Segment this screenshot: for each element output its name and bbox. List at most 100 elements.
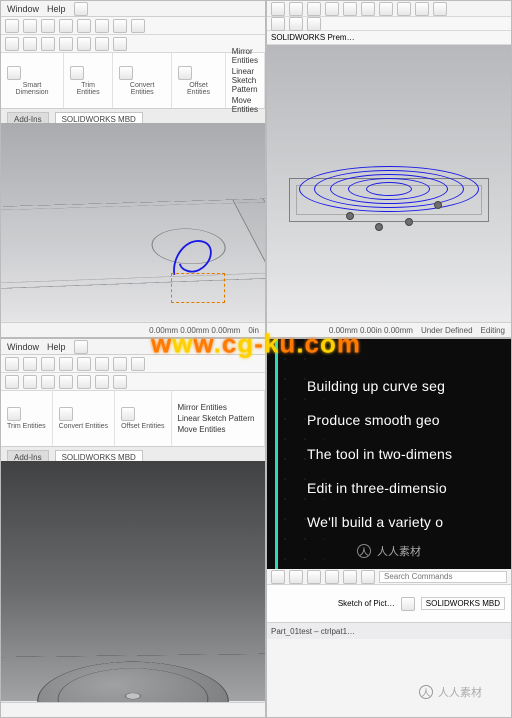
status-coords: 0.00mm 0.00mm 0.00mm bbox=[149, 326, 240, 335]
rebuild-icon[interactable] bbox=[361, 570, 375, 584]
status-inch: 0in bbox=[248, 326, 259, 335]
tr-viewport[interactable] bbox=[267, 45, 511, 321]
sketch-node[interactable] bbox=[375, 223, 383, 231]
bl-viewport[interactable] bbox=[1, 461, 265, 701]
select-icon[interactable] bbox=[113, 357, 127, 371]
panel-br-stack: Building up curve seg Produce smooth geo… bbox=[266, 338, 512, 718]
br-canvas[interactable] bbox=[267, 639, 511, 717]
new-icon[interactable] bbox=[271, 2, 285, 16]
save-icon[interactable] bbox=[307, 570, 321, 584]
new-icon[interactable] bbox=[5, 357, 19, 371]
redo-icon[interactable] bbox=[95, 357, 109, 371]
open-icon[interactable] bbox=[289, 2, 303, 16]
new-icon[interactable] bbox=[5, 19, 19, 33]
ribbon-item-mirror[interactable]: Mirror Entities bbox=[178, 403, 258, 412]
undo-icon[interactable] bbox=[77, 19, 91, 33]
menu-help[interactable]: Help bbox=[47, 342, 66, 352]
tab-mbd[interactable]: SOLIDWORKS MBD bbox=[421, 597, 505, 610]
sketch-icon[interactable] bbox=[271, 17, 285, 31]
br-doc-title: Part_01test – ctrlpat1… bbox=[271, 627, 355, 636]
evaluate-icon[interactable] bbox=[307, 17, 321, 31]
slide-brand: 人 人人素材 bbox=[357, 543, 421, 559]
offset-icon[interactable] bbox=[121, 407, 135, 421]
sketch-toolbar bbox=[1, 35, 265, 53]
ribbon-item-linear-pattern[interactable]: Linear Sketch Pattern bbox=[178, 414, 258, 423]
text-icon[interactable] bbox=[113, 375, 127, 389]
panel-tl-solidworks-3d: Window Help Smart Dimension bbox=[0, 0, 266, 338]
sketch-node[interactable] bbox=[405, 218, 413, 226]
ribbon-group-offset: Offset Entities bbox=[172, 53, 226, 108]
rect-icon[interactable] bbox=[23, 375, 37, 389]
model-slot bbox=[232, 199, 266, 278]
more-icon[interactable] bbox=[433, 2, 447, 16]
ribbon-label-trim: Trim Entities bbox=[7, 423, 46, 430]
print-icon[interactable] bbox=[325, 2, 339, 16]
circle-icon[interactable] bbox=[41, 375, 55, 389]
menu-help[interactable]: Help bbox=[47, 4, 66, 14]
arc-icon[interactable] bbox=[59, 375, 73, 389]
undo-icon[interactable] bbox=[325, 570, 339, 584]
circle-icon[interactable] bbox=[41, 37, 55, 51]
spline-inner bbox=[366, 182, 412, 196]
rebuild-icon[interactable] bbox=[131, 357, 145, 371]
open-icon[interactable] bbox=[289, 570, 303, 584]
save-icon[interactable] bbox=[41, 357, 55, 371]
save-icon[interactable] bbox=[41, 19, 55, 33]
dimension-icon[interactable] bbox=[7, 66, 21, 80]
options-icon[interactable] bbox=[397, 2, 411, 16]
ellipse-icon[interactable] bbox=[95, 375, 109, 389]
viewport-3d[interactable] bbox=[1, 123, 265, 321]
sketch-node[interactable] bbox=[434, 201, 442, 209]
convert-icon[interactable] bbox=[59, 407, 73, 421]
line-icon[interactable] bbox=[5, 37, 19, 51]
convert-icon[interactable] bbox=[119, 66, 133, 80]
help-icon[interactable] bbox=[415, 2, 429, 16]
ribbon-group-pattern: Mirror Entities Linear Sketch Pattern Mo… bbox=[172, 391, 265, 446]
fillet-icon[interactable] bbox=[95, 37, 109, 51]
ribbon-label-offset: Offset Entities bbox=[121, 423, 164, 430]
save-icon[interactable] bbox=[307, 2, 321, 16]
rebuild-icon[interactable] bbox=[343, 2, 357, 16]
gear-icon[interactable] bbox=[379, 2, 393, 16]
dropdown-icon[interactable] bbox=[74, 340, 88, 354]
selection-box bbox=[171, 273, 225, 303]
menu-window[interactable]: Window bbox=[7, 342, 39, 352]
rect-icon[interactable] bbox=[23, 37, 37, 51]
offset-icon[interactable] bbox=[178, 66, 192, 80]
spline-icon[interactable] bbox=[77, 37, 91, 51]
dropdown-icon[interactable] bbox=[74, 2, 88, 16]
print-icon[interactable] bbox=[59, 357, 73, 371]
undo-icon[interactable] bbox=[77, 357, 91, 371]
menu-window[interactable]: Window bbox=[7, 4, 39, 14]
ribbon-label-trim: Trim Entities bbox=[70, 82, 106, 96]
undo-icon[interactable] bbox=[361, 2, 375, 16]
spline-icon[interactable] bbox=[77, 375, 91, 389]
search-input[interactable] bbox=[379, 571, 507, 583]
arc-icon[interactable] bbox=[59, 37, 73, 51]
trim-icon[interactable] bbox=[7, 407, 21, 421]
sketch-node[interactable] bbox=[346, 212, 354, 220]
bl-quick-toolbar bbox=[1, 355, 265, 373]
br-ribbon: Sketch of Pict… SOLIDWORKS MBD bbox=[267, 585, 511, 623]
slide-line-1: Building up curve seg bbox=[307, 378, 511, 394]
ribbon-item-linear-pattern[interactable]: Linear Sketch Pattern bbox=[232, 67, 258, 94]
options-icon[interactable] bbox=[131, 19, 145, 33]
open-icon[interactable] bbox=[23, 19, 37, 33]
text-icon[interactable] bbox=[113, 37, 127, 51]
line-icon[interactable] bbox=[5, 375, 19, 389]
ribbon-group-convert: Convert Entities bbox=[53, 391, 115, 446]
ribbon-item-mirror[interactable]: Mirror Entities bbox=[232, 47, 258, 65]
settings-icon[interactable] bbox=[113, 19, 127, 33]
new-icon[interactable] bbox=[271, 570, 285, 584]
gear-icon[interactable] bbox=[343, 570, 357, 584]
open-icon[interactable] bbox=[23, 357, 37, 371]
print-icon[interactable] bbox=[59, 19, 73, 33]
redo-icon[interactable] bbox=[95, 19, 109, 33]
ribbon-item-move[interactable]: Move Entities bbox=[178, 425, 258, 434]
ribbon-group-dimension: Smart Dimension bbox=[1, 53, 64, 108]
trim-icon[interactable] bbox=[70, 66, 84, 80]
features-icon[interactable] bbox=[289, 17, 303, 31]
ribbon: Smart Dimension Trim Entities Convert En… bbox=[1, 53, 265, 109]
sketch-picture-icon[interactable] bbox=[401, 597, 415, 611]
ribbon-item-move[interactable]: Move Entities bbox=[232, 96, 258, 114]
